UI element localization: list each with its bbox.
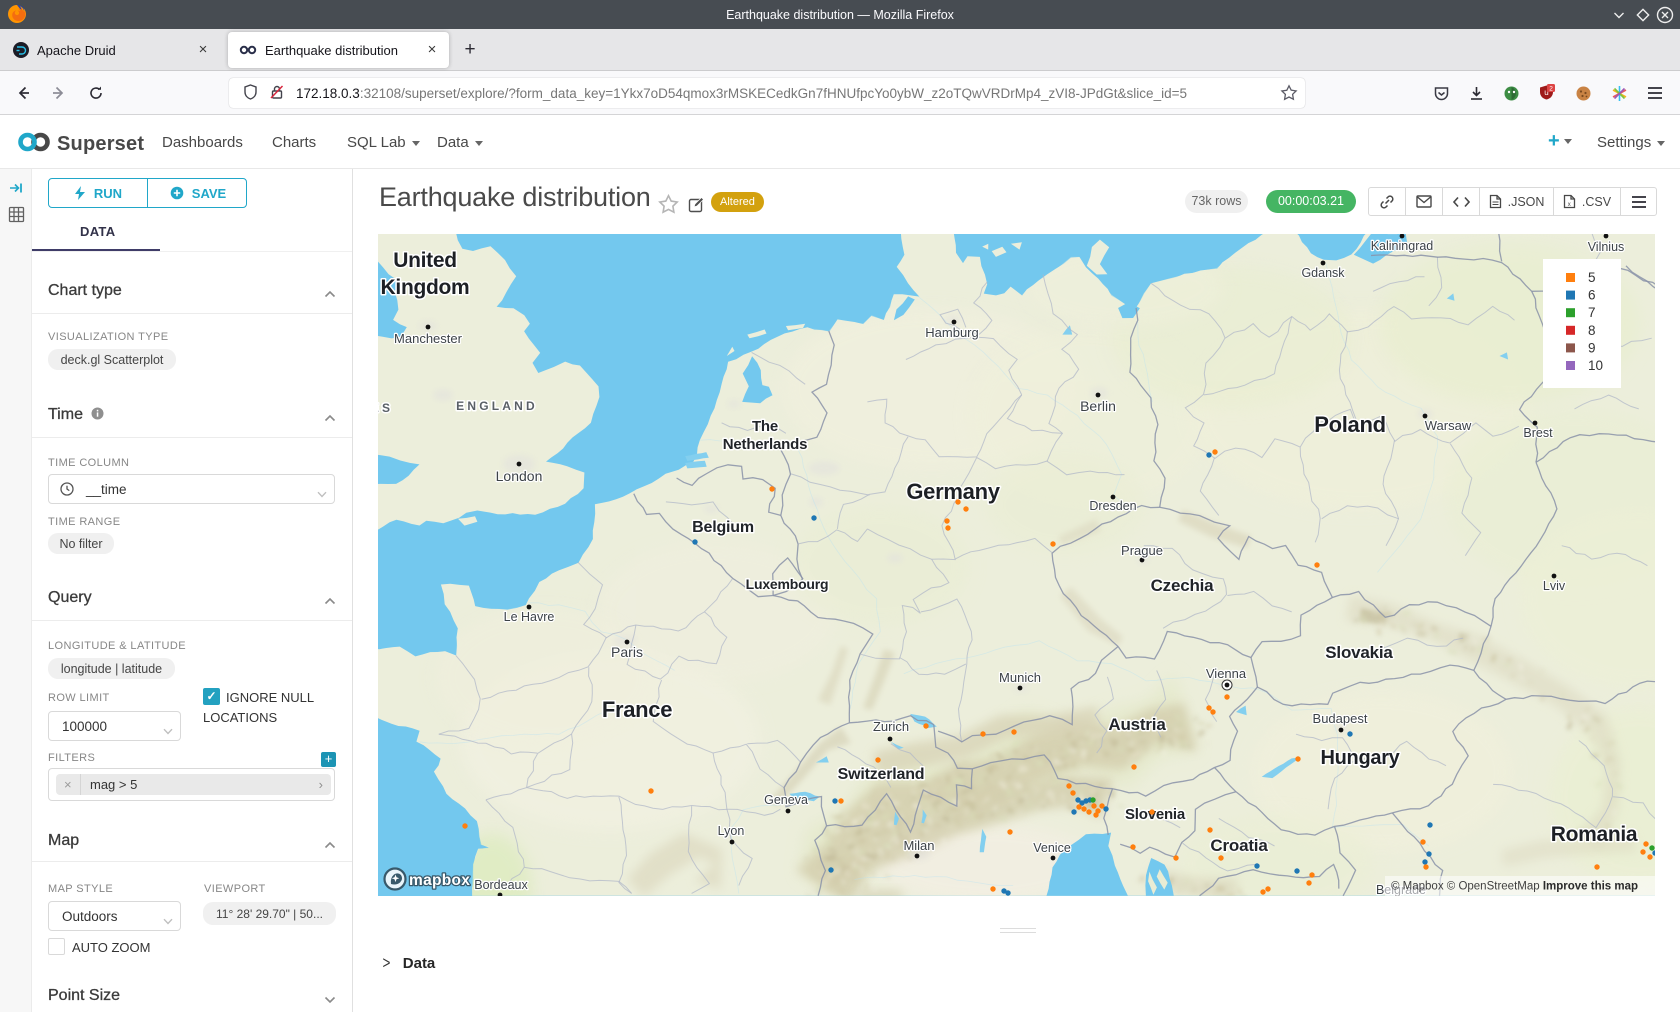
svg-text:Slovakia: Slovakia — [1325, 643, 1393, 662]
svg-text:Slovenia: Slovenia — [1125, 806, 1186, 823]
svg-text:Poland: Poland — [1314, 412, 1386, 437]
svg-text:Munich: Munich — [999, 670, 1041, 685]
svg-text:Milan: Milan — [903, 838, 934, 853]
svg-text:Romania: Romania — [1551, 823, 1638, 846]
svg-text:Berlin: Berlin — [1080, 398, 1116, 414]
svg-text:7: 7 — [1588, 305, 1596, 320]
svg-text:2: 2 — [1549, 86, 1553, 93]
svg-text:Austria: Austria — [1108, 715, 1166, 734]
svg-text:Kingdom: Kingdom — [381, 276, 470, 299]
svg-text:Kaliningrad: Kaliningrad — [1371, 239, 1434, 253]
svg-text:Czechia: Czechia — [1151, 576, 1215, 595]
svg-text:Lyon: Lyon — [718, 824, 745, 838]
svg-text:Paris: Paris — [611, 644, 643, 660]
svg-text:© Mapbox © OpenStreetMap Impr: © Mapbox © OpenStreetMap Improve this ma… — [1391, 881, 1638, 893]
svg-text:Warsaw: Warsaw — [1425, 418, 1472, 433]
svg-text:Switzerland: Switzerland — [838, 766, 925, 783]
svg-text:Belgium: Belgium — [692, 519, 754, 536]
svg-text:Le Havre: Le Havre — [504, 610, 555, 624]
svg-text:Geneva: Geneva — [764, 793, 808, 807]
svg-text:Vilnius: Vilnius — [1588, 240, 1625, 254]
svg-text:ENGLAND: ENGLAND — [456, 399, 538, 413]
svg-text:Luxembourg: Luxembourg — [746, 576, 829, 592]
svg-text:5: 5 — [1588, 270, 1596, 285]
svg-text:Hungary: Hungary — [1320, 747, 1400, 769]
svg-text:Dresden: Dresden — [1089, 499, 1136, 513]
svg-text:Venice: Venice — [1033, 841, 1071, 855]
svg-text:United: United — [393, 249, 457, 272]
svg-text:Prague: Prague — [1121, 543, 1163, 558]
svg-text:Germany: Germany — [906, 479, 1000, 504]
svg-text:8: 8 — [1588, 323, 1596, 338]
svg-text:6: 6 — [1588, 288, 1596, 303]
svg-text:Budapest: Budapest — [1313, 711, 1368, 726]
svg-text:The: The — [752, 418, 778, 435]
svg-text:Zurich: Zurich — [873, 719, 909, 734]
svg-text:Bordeaux: Bordeaux — [474, 878, 528, 892]
svg-text:Manchester: Manchester — [394, 331, 463, 346]
svg-text:France: France — [602, 697, 672, 722]
svg-text:mapbox: mapbox — [409, 872, 470, 889]
svg-text:Croatia: Croatia — [1210, 836, 1268, 855]
svg-text:9: 9 — [1588, 340, 1596, 355]
svg-text:Brest: Brest — [1523, 426, 1553, 440]
svg-text:Vienna: Vienna — [1206, 666, 1247, 681]
svg-text:Netherlands: Netherlands — [723, 436, 808, 453]
svg-text:London: London — [496, 468, 543, 484]
svg-text:Hamburg: Hamburg — [925, 325, 978, 340]
svg-text:ES: ES — [378, 401, 393, 415]
svg-text:x: x — [1568, 202, 1571, 208]
svg-text:10: 10 — [1588, 358, 1603, 373]
svg-text:Gdansk: Gdansk — [1301, 266, 1345, 280]
svg-text:Lviv: Lviv — [1543, 579, 1566, 593]
